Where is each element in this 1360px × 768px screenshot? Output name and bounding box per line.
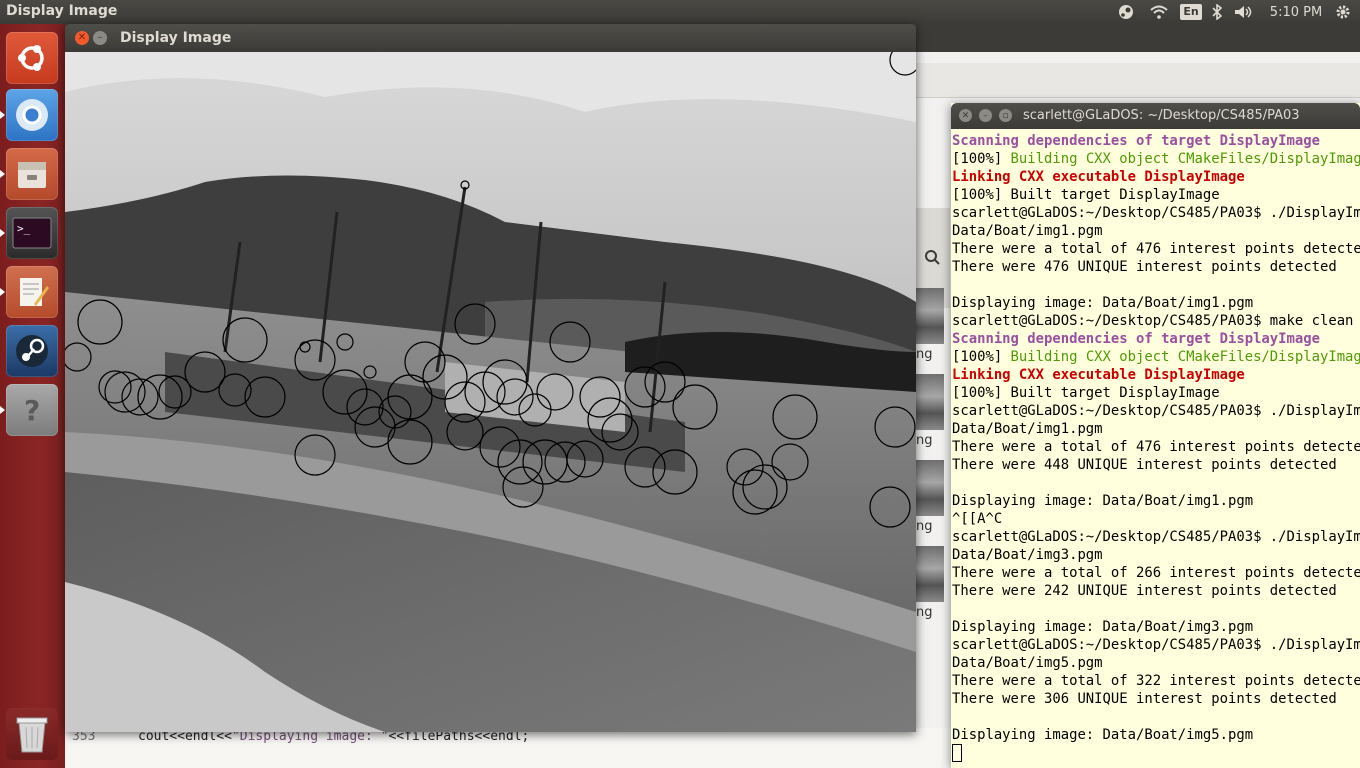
boat-harbor-image[interactable] <box>65 52 916 732</box>
minimize-button[interactable]: – <box>93 31 107 45</box>
clock[interactable]: 5:10 PM <box>1266 3 1326 21</box>
file-thumbnail[interactable] <box>916 546 944 602</box>
steam-icon[interactable] <box>6 325 58 377</box>
bluetooth-icon[interactable] <box>1210 3 1224 21</box>
display-image-window[interactable]: ✕ – Display Image <box>65 24 916 732</box>
terminal-window[interactable]: ✕ – ▫ scarlett@GLaDOS: ~/Desktop/CS485/P… <box>951 103 1360 768</box>
terminal-line: [100%] Building CXX object CMakeFiles/Di… <box>952 348 1360 366</box>
running-indicator <box>0 406 5 414</box>
terminal-line: There were a total of 476 interest point… <box>952 241 1360 257</box>
running-indicator <box>0 111 5 119</box>
terminal-line: [100%] Built target DisplayImage <box>952 187 1220 203</box>
terminal-line: Linking CXX executable DisplayImage <box>952 367 1245 383</box>
running-indicator <box>0 170 5 178</box>
terminal-line: There were 242 UNIQUE interest points de… <box>952 583 1337 599</box>
terminal-line: Data/Boat/img1.pgm <box>952 223 1103 239</box>
prompt-line[interactable] <box>952 744 1360 762</box>
thumbnail-label: ng <box>916 519 933 534</box>
maximize-icon: ▫ <box>1002 110 1009 121</box>
terminal-title: scarlett@GLaDOS: ~/Desktop/CS485/PA03 <box>1023 108 1300 123</box>
terminal-line: There were a total of 322 interest point… <box>952 673 1360 689</box>
keyboard-lang-label: En <box>1180 4 1202 20</box>
terminal-output[interactable]: Scanning dependencies of target DisplayI… <box>952 132 1360 768</box>
terminal-titlebar[interactable]: ✕ – ▫ scarlett@GLaDOS: ~/Desktop/CS485/P… <box>951 103 1360 129</box>
line-text: Building CXX object CMakeFiles/DisplayIm… <box>1010 349 1360 365</box>
line-text: Building CXX object CMakeFiles/DisplayIm… <box>1010 151 1360 167</box>
line-prefix: [100%] <box>952 349 1011 365</box>
terminal-line: There were a total of 266 interest point… <box>952 565 1360 581</box>
terminal-line: ^[[A^C <box>952 511 1003 527</box>
svg-text:>_: >_ <box>17 222 31 235</box>
chromium-icon[interactable] <box>6 89 58 141</box>
text-cursor <box>952 744 962 762</box>
top-panel: Display Image En 5:10 PM <box>0 0 1360 24</box>
close-icon: ✕ <box>961 110 970 121</box>
maximize-button[interactable]: ▫ <box>999 109 1012 122</box>
ubuntu-dash-icon[interactable] <box>6 32 58 84</box>
terminal-line: Displaying image: Data/Boat/img1.pgm <box>952 493 1254 509</box>
terminal-icon[interactable]: >_ <box>6 207 58 259</box>
terminal-line: [100%] Building CXX object CMakeFiles/Di… <box>952 150 1360 168</box>
terminal-line: There were a total of 476 interest point… <box>952 439 1360 455</box>
terminal-line: Data/Boat/img3.pgm <box>952 547 1103 563</box>
launcher: >_ ? <box>0 24 65 768</box>
minimize-button[interactable]: – <box>979 109 992 122</box>
terminal-line: There were 476 UNIQUE interest points de… <box>952 259 1337 275</box>
terminal-line: scarlett@GLaDOS:~/Desktop/CS485/PA03$ ./… <box>952 637 1360 653</box>
file-thumbnail[interactable] <box>916 460 944 516</box>
terminal-line: scarlett@GLaDOS:~/Desktop/CS485/PA03$ ./… <box>952 403 1360 419</box>
terminal-line: Displaying image: Data/Boat/img1.pgm <box>952 295 1254 311</box>
svg-text:?: ? <box>24 394 40 427</box>
terminal-line: Displaying image: Data/Boat/img5.pgm <box>952 727 1254 743</box>
thumbnail-label: ng <box>916 605 933 620</box>
window-title: Display Image <box>120 30 232 46</box>
settings-gear-icon[interactable] <box>1334 3 1352 21</box>
thumbnail-label: ng <box>916 433 933 448</box>
terminal-line: There were 448 UNIQUE interest points de… <box>952 457 1337 473</box>
keyboard-lang-icon[interactable]: En <box>1180 3 1202 21</box>
terminal-line: Data/Boat/img1.pgm <box>952 421 1103 437</box>
active-app-title: Display Image <box>6 3 118 19</box>
terminal-line: Displaying image: Data/Boat/img3.pgm <box>952 619 1254 635</box>
steam-tray-icon[interactable] <box>1116 3 1136 21</box>
thumbnail-label: ng <box>916 347 933 362</box>
running-indicator <box>0 229 5 237</box>
editor-toolbar-strip <box>916 63 1360 98</box>
close-button[interactable]: ✕ <box>75 31 89 45</box>
unknown-app-icon[interactable]: ? <box>6 384 58 436</box>
text-editor-icon[interactable] <box>6 266 58 318</box>
terminal-line: Linking CXX executable DisplayImage <box>952 169 1245 185</box>
minimize-icon: – <box>97 32 103 43</box>
terminal-line: [100%] Built target DisplayImage <box>952 385 1220 401</box>
terminal-line: scarlett@GLaDOS:~/Desktop/CS485/PA03$ ma… <box>952 313 1354 329</box>
terminal-line: scarlett@GLaDOS:~/Desktop/CS485/PA03$ ./… <box>952 205 1360 221</box>
terminal-line: Scanning dependencies of target DisplayI… <box>952 133 1320 149</box>
line-prefix: [100%] <box>952 151 1011 167</box>
close-icon: ✕ <box>77 32 87 43</box>
trash-icon[interactable] <box>6 708 58 760</box>
minimize-icon: – <box>983 110 988 121</box>
terminal-line: Data/Boat/img5.pgm <box>952 655 1103 671</box>
wifi-icon[interactable] <box>1148 3 1170 21</box>
running-indicator <box>0 288 5 296</box>
terminal-line: Scanning dependencies of target DisplayI… <box>952 331 1320 347</box>
file-thumbnail[interactable] <box>916 374 944 430</box>
terminal-line: scarlett@GLaDOS:~/Desktop/CS485/PA03$ ./… <box>952 529 1360 545</box>
file-thumbnail[interactable] <box>916 288 944 344</box>
window-titlebar[interactable]: ✕ – Display Image <box>65 24 916 52</box>
volume-icon[interactable] <box>1233 3 1255 21</box>
files-icon[interactable] <box>6 148 58 200</box>
terminal-line: There were 306 UNIQUE interest points de… <box>952 691 1337 707</box>
close-button[interactable]: ✕ <box>959 109 972 122</box>
